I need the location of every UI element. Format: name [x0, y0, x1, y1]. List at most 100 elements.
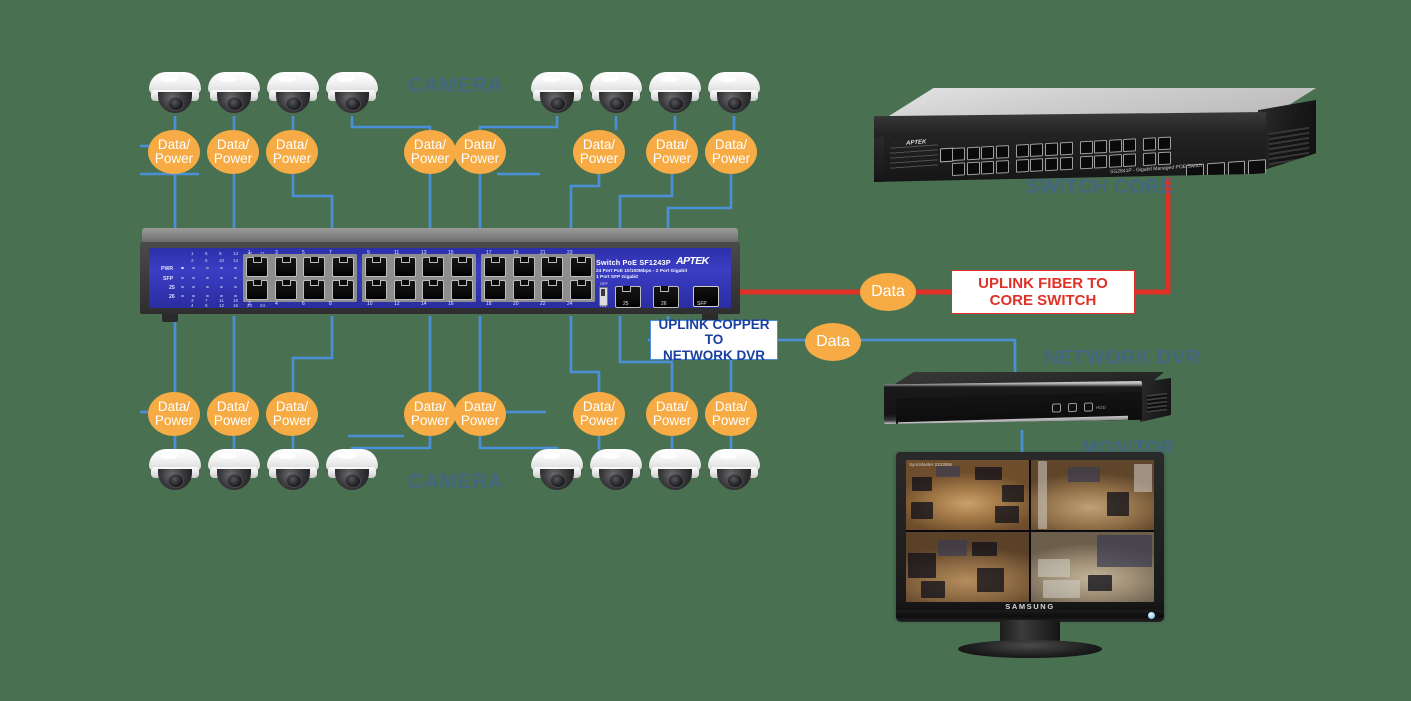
rj45-port-icon[interactable]	[1094, 154, 1108, 169]
poe-port-pair[interactable]	[331, 256, 354, 300]
dp-bot-1[interactable]: Data/ Power	[148, 392, 200, 436]
rj45-port-icon[interactable]	[450, 279, 473, 300]
rj45-port-icon[interactable]	[274, 279, 297, 300]
dp-bot-5[interactable]: Data/ Power	[454, 392, 506, 436]
rj45-port-icon[interactable]	[1079, 155, 1093, 170]
sfp-port-cage[interactable]	[1227, 160, 1246, 177]
rj45-port-icon[interactable]	[1015, 144, 1029, 158]
rj45-port-icon[interactable]	[1044, 142, 1058, 157]
camera-bottom-4[interactable]	[326, 447, 378, 493]
rj45-port-icon[interactable]	[1157, 136, 1171, 151]
dp-top-6[interactable]: Data/ Power	[573, 130, 625, 174]
monitor-power-led-icon[interactable]	[1148, 612, 1155, 619]
rj45-port-icon[interactable]	[1094, 139, 1108, 154]
rj45-port-icon[interactable]	[995, 160, 1009, 174]
rj45-port-icon[interactable]	[569, 279, 592, 300]
core-port-group[interactable]	[952, 145, 1009, 182]
rj45-port-icon[interactable]	[331, 279, 354, 300]
poe-port-pair[interactable]	[450, 256, 473, 300]
dp-top-7[interactable]: Data/ Power	[646, 130, 698, 174]
camera-bottom-3[interactable]	[267, 447, 319, 493]
rj45-port-icon[interactable]	[569, 256, 592, 277]
rj45-port-icon[interactable]	[422, 279, 445, 300]
dp-bot-4[interactable]: Data/ Power	[404, 392, 456, 436]
poe-port-pair[interactable]	[246, 256, 269, 300]
camera-bottom-7[interactable]	[649, 447, 701, 493]
sfp-port-cage[interactable]	[1206, 162, 1225, 179]
dp-bot-3[interactable]: Data/ Power	[266, 392, 318, 436]
rj45-port-icon[interactable]	[966, 146, 980, 161]
camera-bottom-8[interactable]	[708, 447, 760, 493]
rj45-port-icon[interactable]	[274, 256, 297, 277]
rj45-port-icon[interactable]	[1030, 158, 1044, 172]
core-port-pair[interactable]	[995, 145, 1009, 182]
rj45-port-icon[interactable]	[246, 256, 269, 277]
camera-top-7[interactable]	[649, 70, 701, 116]
poe-port-bank-1[interactable]	[243, 254, 357, 302]
camera-top-8[interactable]	[708, 70, 760, 116]
poe-port-bank-2[interactable]	[362, 254, 476, 302]
camera-bottom-5[interactable]	[531, 447, 583, 493]
camera-bottom-2[interactable]	[208, 447, 260, 493]
camera-top-5[interactable]	[531, 70, 583, 116]
uplink-copper-callout[interactable]: UPLINK COPPER TO NETWORK DVR	[650, 317, 778, 363]
rj45-port-icon[interactable]	[1059, 141, 1073, 156]
rj45-port-icon[interactable]	[365, 256, 388, 277]
poe-port-pair[interactable]	[274, 256, 297, 300]
poe-port-pair[interactable]	[393, 256, 416, 300]
rj45-port-icon[interactable]	[1108, 154, 1122, 168]
uplink-fiber-callout[interactable]: UPLINK FIBER TO CORE SWITCH	[951, 270, 1135, 314]
rj45-port-icon[interactable]	[1143, 152, 1157, 166]
rj45-port-icon[interactable]	[484, 256, 507, 277]
dp-bot-7[interactable]: Data/ Power	[646, 392, 698, 436]
poe-port-bank-3[interactable]	[481, 254, 595, 302]
rj45-port-icon[interactable]	[365, 279, 388, 300]
poe-port-pair[interactable]	[512, 256, 535, 300]
dp-top-3[interactable]: Data/ Power	[266, 130, 318, 174]
network-dvr-device[interactable]: HDD	[878, 372, 1171, 430]
rj45-port-icon[interactable]	[450, 256, 473, 277]
rj45-port-icon[interactable]	[512, 256, 535, 277]
dp-top-4[interactable]: Data/ Power	[404, 130, 456, 174]
monitor-device[interactable]: SyncMaster 2233BW SAMSUNG	[896, 452, 1164, 658]
dp-top-8[interactable]: Data/ Power	[705, 130, 757, 174]
rj45-port-icon[interactable]	[981, 160, 995, 175]
rj45-port-icon[interactable]	[393, 279, 416, 300]
sfp-port-cage[interactable]	[1248, 159, 1266, 176]
core-port-pair[interactable]	[966, 146, 980, 182]
core-port-pair[interactable]	[1094, 139, 1108, 181]
feed-bottom-left[interactable]	[906, 532, 1029, 602]
dp-top-5[interactable]: Data/ Power	[454, 130, 506, 174]
poe-port-pair[interactable]	[303, 256, 326, 300]
core-port-pair[interactable]	[981, 145, 995, 182]
core-port-pair[interactable]	[1015, 144, 1029, 182]
dp-bot-2[interactable]: Data/ Power	[207, 392, 259, 436]
core-port-group[interactable]	[1015, 141, 1073, 182]
rj45-port-icon[interactable]	[995, 145, 1009, 159]
rj45-port-icon[interactable]	[1143, 137, 1157, 151]
poe-port-pair[interactable]	[422, 256, 445, 300]
core-switch-port-array[interactable]	[952, 136, 1182, 182]
rj45-port-icon[interactable]	[1079, 140, 1093, 155]
core-port-pair[interactable]	[1079, 140, 1093, 182]
camera-top-6[interactable]	[590, 70, 642, 116]
poe-port-pair[interactable]	[484, 256, 507, 300]
poe-port-pair[interactable]	[365, 256, 388, 300]
data-pill-copper[interactable]: Data	[805, 323, 861, 361]
rj45-port-icon[interactable]	[541, 256, 564, 277]
rj45-port-icon[interactable]	[1044, 157, 1058, 172]
core-port-pair[interactable]	[1059, 141, 1073, 182]
poe-port-pair[interactable]	[569, 256, 592, 300]
rj45-port-icon[interactable]	[1059, 156, 1073, 171]
feed-top-left[interactable]	[906, 460, 1029, 530]
rj45-port-icon[interactable]	[952, 147, 965, 162]
rj45-port-icon[interactable]	[981, 145, 995, 160]
rj45-port-icon[interactable]	[1108, 139, 1122, 153]
camera-top-1[interactable]	[149, 70, 201, 116]
poe-port-pair[interactable]	[541, 256, 564, 300]
dp-bot-8[interactable]: Data/ Power	[705, 392, 757, 436]
rj45-port-icon[interactable]	[303, 256, 326, 277]
rj45-port-icon[interactable]	[1123, 153, 1137, 168]
rj45-port-icon[interactable]	[1157, 151, 1171, 166]
core-switch-device[interactable]: APTEK SG2841P - Gigabit Managed POE Swit…	[866, 88, 1316, 192]
